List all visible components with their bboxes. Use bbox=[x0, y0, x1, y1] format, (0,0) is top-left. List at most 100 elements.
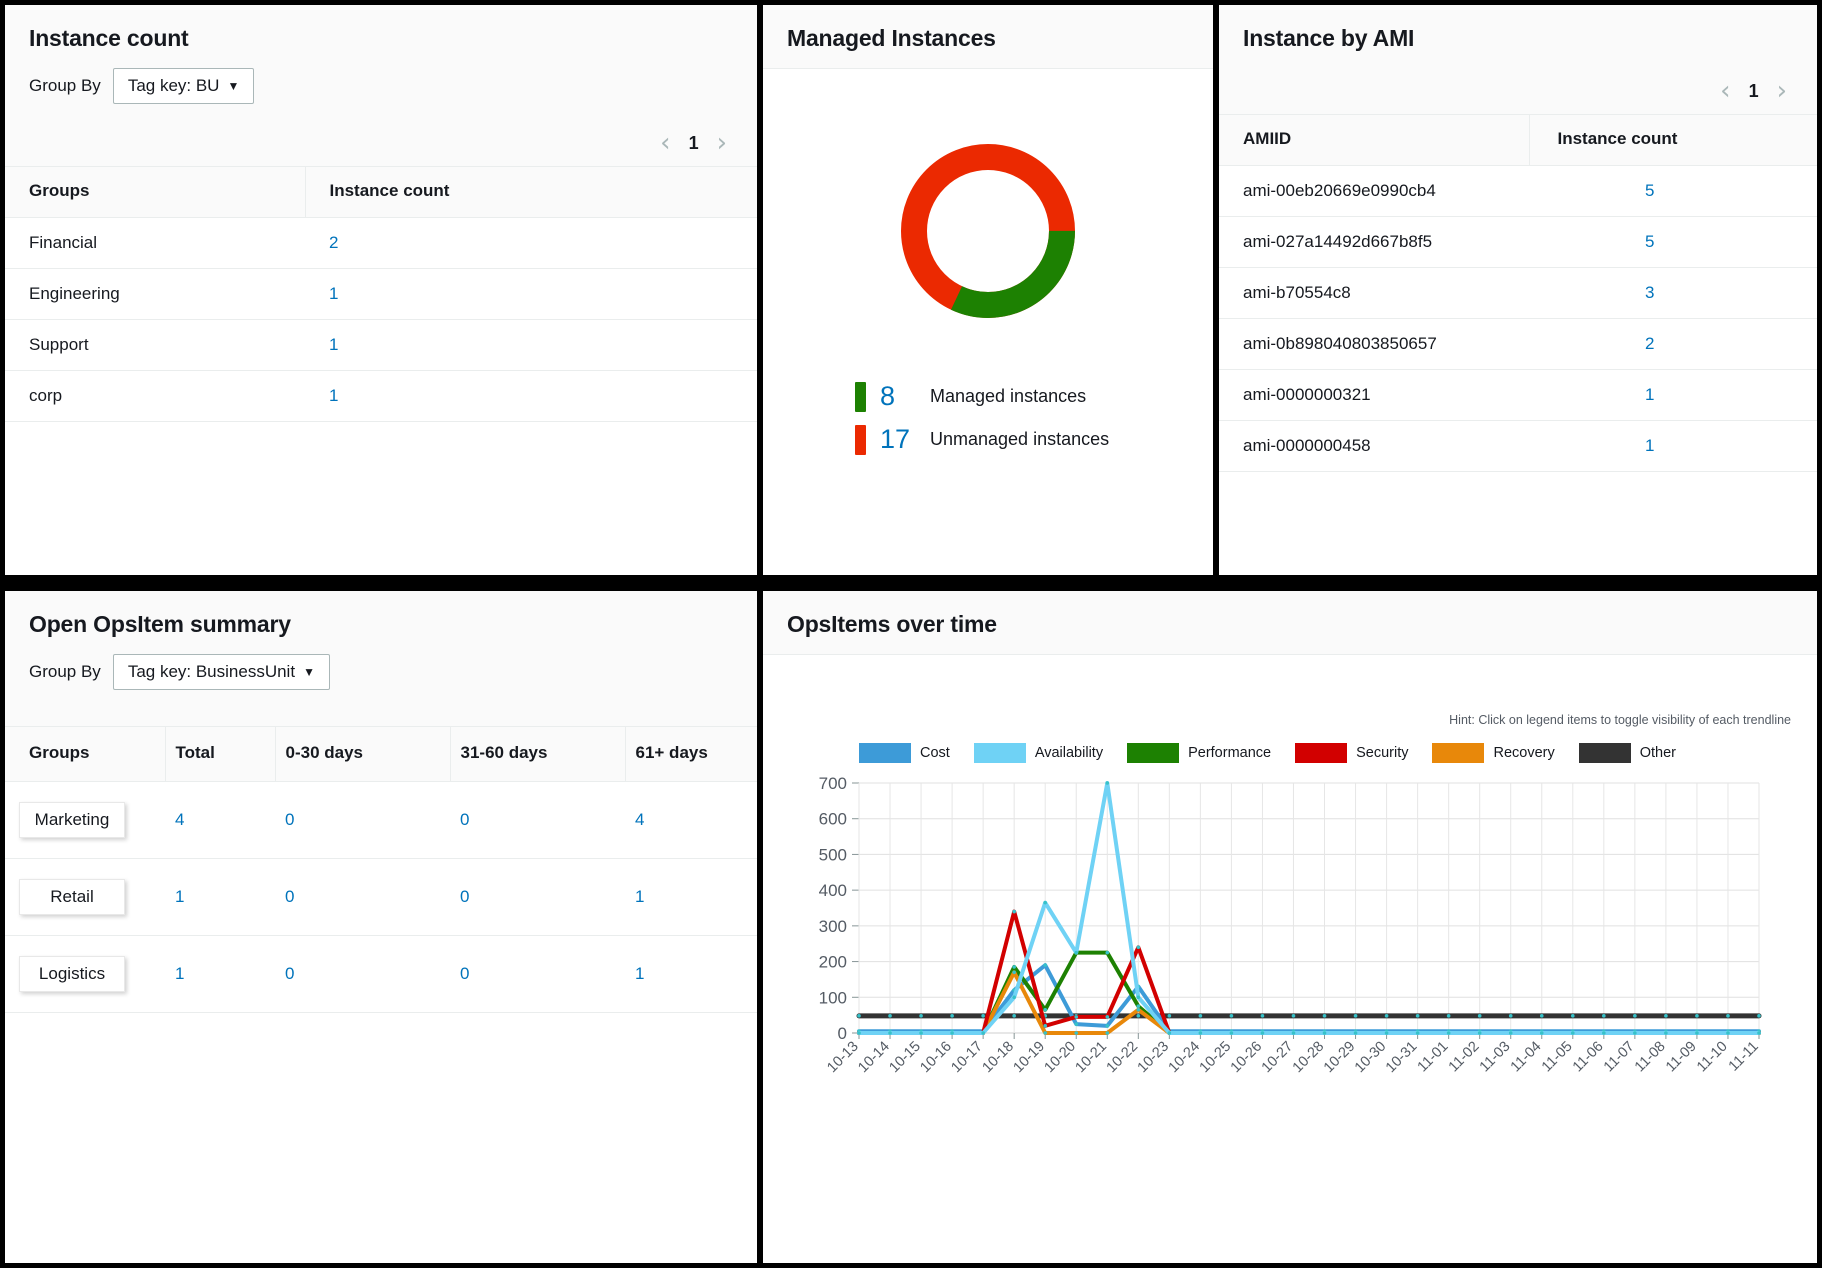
days-31-60-link[interactable]: 0 bbox=[460, 964, 469, 983]
data-point[interactable] bbox=[1105, 951, 1109, 955]
data-point[interactable] bbox=[1137, 945, 1141, 949]
instance-count-link[interactable]: 1 bbox=[1553, 385, 1793, 405]
data-point[interactable] bbox=[1540, 1031, 1544, 1035]
data-point[interactable] bbox=[1137, 1004, 1141, 1008]
data-point[interactable] bbox=[1012, 995, 1016, 999]
data-point[interactable] bbox=[1292, 1014, 1296, 1018]
data-point[interactable] bbox=[1043, 901, 1047, 905]
data-point[interactable] bbox=[888, 1031, 892, 1035]
instance-count-link[interactable]: 1 bbox=[1553, 436, 1793, 456]
data-point[interactable] bbox=[1292, 1031, 1296, 1035]
data-point[interactable] bbox=[1012, 1014, 1016, 1018]
instance-count-link[interactable]: 1 bbox=[329, 335, 338, 354]
legend-item-managed[interactable]: 8 Managed instances bbox=[855, 381, 1109, 412]
data-point[interactable] bbox=[888, 1014, 892, 1018]
data-point[interactable] bbox=[1664, 1031, 1668, 1035]
next-page-icon[interactable]: › bbox=[717, 130, 727, 156]
data-point[interactable] bbox=[1385, 1014, 1389, 1018]
data-point[interactable] bbox=[1137, 1014, 1141, 1018]
instance-count-link[interactable]: 2 bbox=[329, 233, 338, 252]
data-point[interactable] bbox=[1012, 965, 1016, 969]
data-point[interactable] bbox=[1012, 910, 1016, 914]
days-0-30-link[interactable]: 0 bbox=[285, 810, 294, 829]
data-point[interactable] bbox=[1261, 1014, 1265, 1018]
data-point[interactable] bbox=[1478, 1031, 1482, 1035]
data-point[interactable] bbox=[1509, 1014, 1513, 1018]
total-link[interactable]: 1 bbox=[175, 964, 184, 983]
data-point[interactable] bbox=[1757, 1014, 1761, 1018]
data-point[interactable] bbox=[1602, 1014, 1606, 1018]
data-point[interactable] bbox=[1323, 1014, 1327, 1018]
groupby-dropdown-open-opsitem[interactable]: Tag key: BusinessUnit ▼ bbox=[113, 654, 330, 690]
data-point[interactable] bbox=[1105, 1024, 1109, 1028]
data-point[interactable] bbox=[1509, 1031, 1513, 1035]
data-point[interactable] bbox=[1416, 1031, 1420, 1035]
instance-count-link[interactable]: 1 bbox=[329, 284, 338, 303]
data-point[interactable] bbox=[1571, 1014, 1575, 1018]
data-point[interactable] bbox=[1105, 1015, 1109, 1019]
data-point[interactable] bbox=[1354, 1031, 1358, 1035]
data-point[interactable] bbox=[1137, 995, 1141, 999]
data-point[interactable] bbox=[1385, 1031, 1389, 1035]
total-link[interactable]: 1 bbox=[175, 887, 184, 906]
data-point[interactable] bbox=[1043, 963, 1047, 967]
data-point[interactable] bbox=[1416, 1014, 1420, 1018]
data-point[interactable] bbox=[1074, 951, 1078, 955]
data-point[interactable] bbox=[1633, 1031, 1637, 1035]
data-point[interactable] bbox=[1726, 1014, 1730, 1018]
days-31-60-link[interactable]: 0 bbox=[460, 887, 469, 906]
opsitems-line-chart[interactable]: 010020030040050060070010-1310-1410-1510-… bbox=[763, 655, 1815, 1215]
data-point[interactable] bbox=[981, 1014, 985, 1018]
data-point[interactable] bbox=[1478, 1014, 1482, 1018]
data-point[interactable] bbox=[1074, 1031, 1078, 1035]
data-point[interactable] bbox=[1074, 1022, 1078, 1026]
prev-page-icon[interactable]: ‹ bbox=[1720, 78, 1730, 104]
data-point[interactable] bbox=[1757, 1031, 1761, 1035]
days-61-plus-link[interactable]: 1 bbox=[635, 964, 644, 983]
instance-count-link[interactable]: 1 bbox=[329, 386, 338, 405]
data-point[interactable] bbox=[919, 1031, 923, 1035]
data-point[interactable] bbox=[1261, 1031, 1265, 1035]
data-point[interactable] bbox=[981, 1031, 985, 1035]
series-line-recovery[interactable] bbox=[859, 972, 1759, 1033]
data-point[interactable] bbox=[1354, 1014, 1358, 1018]
days-0-30-link[interactable]: 0 bbox=[285, 887, 294, 906]
group-chip[interactable]: Retail bbox=[19, 879, 125, 915]
data-point[interactable] bbox=[1447, 1014, 1451, 1018]
data-point[interactable] bbox=[1602, 1031, 1606, 1035]
data-point[interactable] bbox=[1137, 1008, 1141, 1012]
data-point[interactable] bbox=[1168, 1014, 1172, 1018]
data-point[interactable] bbox=[1230, 1031, 1234, 1035]
data-point[interactable] bbox=[1726, 1031, 1730, 1035]
days-61-plus-link[interactable]: 4 bbox=[635, 810, 644, 829]
data-point[interactable] bbox=[1199, 1014, 1203, 1018]
instance-count-link[interactable]: 5 bbox=[1553, 181, 1793, 201]
legend-item-unmanaged[interactable]: 17 Unmanaged instances bbox=[855, 424, 1109, 455]
data-point[interactable] bbox=[1012, 970, 1016, 974]
data-point[interactable] bbox=[950, 1031, 954, 1035]
data-point[interactable] bbox=[857, 1031, 861, 1035]
data-point[interactable] bbox=[919, 1014, 923, 1018]
data-point[interactable] bbox=[1633, 1014, 1637, 1018]
data-point[interactable] bbox=[1199, 1031, 1203, 1035]
group-chip[interactable]: Logistics bbox=[19, 956, 125, 992]
days-0-30-link[interactable]: 0 bbox=[285, 964, 294, 983]
data-point[interactable] bbox=[1447, 1031, 1451, 1035]
data-point[interactable] bbox=[1664, 1014, 1668, 1018]
days-61-plus-link[interactable]: 1 bbox=[635, 887, 644, 906]
data-point[interactable] bbox=[1695, 1014, 1699, 1018]
days-31-60-link[interactable]: 0 bbox=[460, 810, 469, 829]
data-point[interactable] bbox=[1571, 1031, 1575, 1035]
group-chip[interactable]: Marketing bbox=[19, 802, 125, 838]
total-link[interactable]: 4 bbox=[175, 810, 184, 829]
data-point[interactable] bbox=[950, 1014, 954, 1018]
data-point[interactable] bbox=[1230, 1014, 1234, 1018]
data-point[interactable] bbox=[1105, 781, 1109, 785]
data-point[interactable] bbox=[1105, 1031, 1109, 1035]
instance-count-link[interactable]: 5 bbox=[1553, 232, 1793, 252]
data-point[interactable] bbox=[1168, 1031, 1172, 1035]
data-point[interactable] bbox=[1043, 1024, 1047, 1028]
data-point[interactable] bbox=[857, 1014, 861, 1018]
data-point[interactable] bbox=[1540, 1014, 1544, 1018]
data-point[interactable] bbox=[1323, 1031, 1327, 1035]
